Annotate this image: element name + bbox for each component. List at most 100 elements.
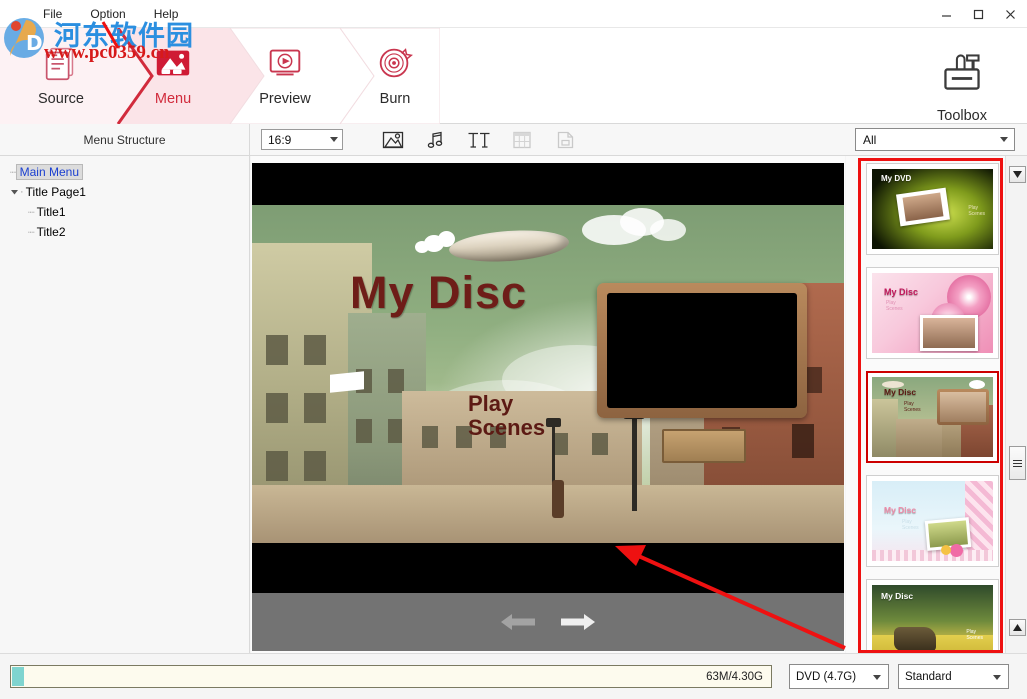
application-window: File Option Help [0,0,1027,699]
tree-item-label: Main Menu [16,164,83,180]
grid-layout-icon [509,128,535,152]
window-shape [266,335,288,365]
thumbnail-placeholder-frame[interactable] [597,283,807,418]
tree-item-main-menu[interactable]: ┈ Main Menu [0,162,249,182]
step-burn[interactable]: Burn [340,28,450,124]
template-item-3[interactable]: My Disc PlayScenes [866,371,999,463]
template-title: My Disc [881,591,913,601]
minimize-button[interactable] [935,4,957,24]
window-shape [356,419,372,443]
window-shape [792,424,814,458]
capacity-fill [12,667,24,686]
chevron-down-icon [330,137,338,142]
maximize-button[interactable] [967,4,989,24]
aspect-ratio-value: 16:9 [268,133,291,147]
disc-burn-icon [374,42,416,84]
template-scrollbar[interactable] [1005,156,1027,653]
quality-select[interactable]: Standard [898,664,1009,689]
toolbox-label: Toolbox [937,108,987,124]
window-shape [304,335,326,365]
photo-image [923,318,975,348]
document-stack-icon [40,42,82,84]
step-preview[interactable]: Preview [230,28,340,124]
window-shape [422,426,438,448]
capacity-text: 63M/4.30G [706,671,763,683]
flag-shape [330,371,364,393]
expander-triangle-icon[interactable] [8,187,20,198]
building-shape [896,419,942,457]
menu-item-help[interactable]: Help [151,6,182,22]
template-subtitle: PlayScenes [902,519,919,532]
disc-type-value: DVD (4.7G) [796,671,856,683]
menu-item-option[interactable]: Option [87,6,128,22]
step-source[interactable]: Source [6,28,116,124]
tree-item-title-page1[interactable]: · Title Page1 [0,182,249,202]
disc-title-text[interactable]: My Disc [350,267,527,319]
prev-arrow-icon[interactable] [501,611,535,633]
smoke-puff [438,231,455,247]
play-button-text[interactable]: Play [468,391,513,417]
flower-shape [941,545,951,555]
chevron-down-icon [873,675,881,680]
monitor-play-icon [264,42,306,84]
building-shape [872,399,898,457]
template-subtitle: PlayScenes [968,205,985,218]
template-item-2[interactable]: My Disc PlayScenes [866,267,999,359]
window-shape [266,393,288,423]
menu-structure-header: Menu Structure [0,124,250,155]
pattern-strip [965,481,993,561]
template-list: My DVD PlayScenes My Disc PlayScenes [860,159,1007,653]
thumbnail-placeholder [607,293,797,408]
lamp-post [632,413,637,511]
template-title: My DVD [881,174,911,183]
template-subtitle: PlayScenes [966,629,983,642]
window-shape [304,451,326,481]
tree-item-title1[interactable]: ┈ Title1 [0,202,249,222]
bird-shape [894,627,936,651]
tree-item-title2[interactable]: ┈ Title2 [0,222,249,242]
template-title: My Disc [884,387,916,397]
window-shape [266,451,288,481]
tree-item-label: Title1 [34,205,69,219]
street-foreground [252,485,844,543]
step-source-label: Source [38,91,84,107]
disc-capacity-bar: 63M/4.30G [10,665,772,688]
tree-item-label: Title2 [34,225,69,239]
menu-edit-tools [380,128,578,152]
menu-structure-tree: ┈ Main Menu · Title Page1 ┈ Title1 ┈ Tit… [0,156,250,653]
toolbox-button[interactable]: Toolbox [907,28,1017,124]
next-arrow-icon[interactable] [561,611,595,633]
menu-canvas[interactable]: My Disc Play Scenes [252,163,844,651]
scroll-up-button[interactable] [1009,619,1026,636]
bollard [552,480,564,518]
status-bar: 63M/4.30G DVD (4.7G) Standard [0,653,1027,699]
menu-item-file[interactable]: File [40,6,65,22]
scrollbar-thumb[interactable] [1009,446,1026,480]
template-subtitle: PlayScenes [904,401,921,414]
menu-bar: File Option Help [40,6,181,22]
step-menu-label: Menu [155,91,191,107]
menu-page-navigation [252,593,844,651]
template-filter-select[interactable]: All [855,128,1015,151]
cloud-shape [650,219,686,241]
lamp-head [546,418,561,427]
step-menu[interactable]: Menu [118,28,228,124]
secondary-toolbar: Menu Structure 16:9 [0,124,1027,156]
template-thumbnail: My Disc PlayScenes [872,377,993,457]
triangle-up-icon [1013,624,1022,631]
add-text-icon[interactable] [466,128,492,152]
flower-shape [950,544,963,557]
triangle-down-icon [1013,171,1022,178]
disc-type-select[interactable]: DVD (4.7G) [789,664,889,689]
aspect-ratio-select[interactable]: 16:9 [261,129,343,150]
scenes-button-text[interactable]: Scenes [468,415,545,441]
add-image-icon[interactable] [380,128,406,152]
toolbox-icon [934,44,990,100]
template-gallery: My DVD PlayScenes My Disc PlayScenes [846,156,1027,653]
add-music-icon[interactable] [423,128,449,152]
tree-item-label: Title Page1 [23,185,89,199]
template-item-4[interactable]: My Disc PlayScenes [866,475,999,567]
close-button[interactable] [999,4,1021,24]
template-item-1[interactable]: My DVD PlayScenes [866,163,999,255]
scroll-down-button[interactable] [1009,166,1026,183]
